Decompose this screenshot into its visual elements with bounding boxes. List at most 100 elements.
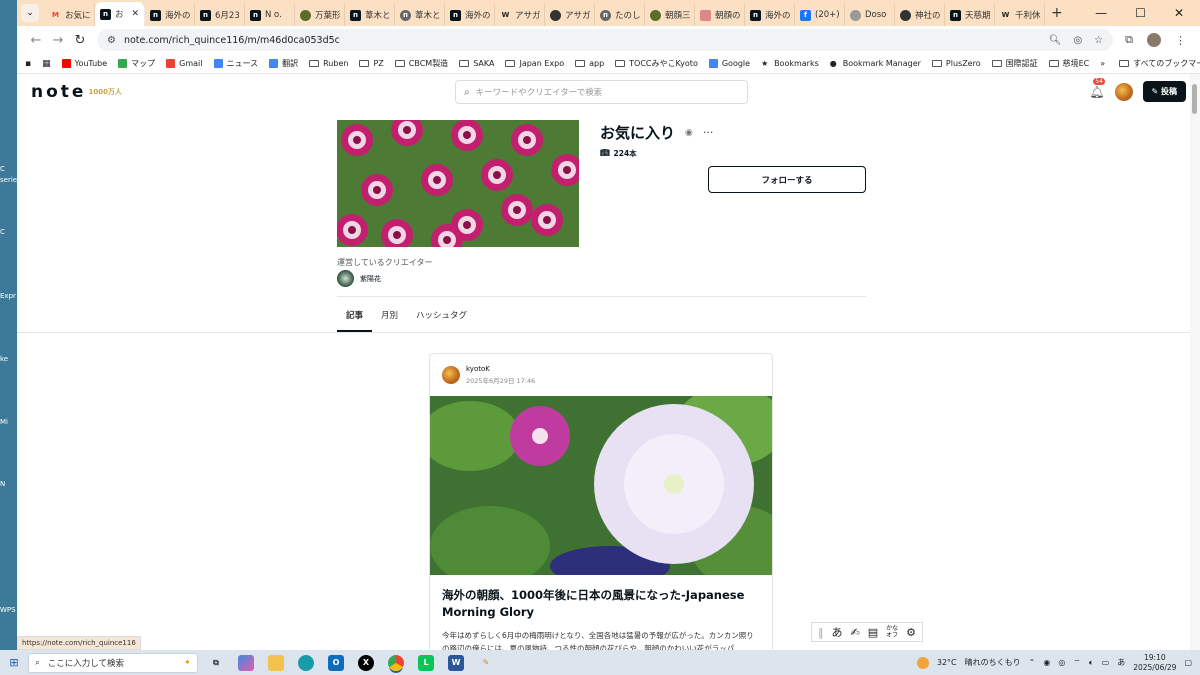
desktop-icon-label[interactable]: WPS — [0, 606, 16, 614]
browser-tab[interactable]: 朝顔三 — [645, 4, 695, 26]
browser-tab[interactable]: n N o. — [245, 4, 295, 26]
bookmark-item[interactable]: 慈境EC — [1048, 58, 1089, 69]
browser-tab[interactable]: n 天慈期 — [945, 4, 995, 26]
new-tab-button[interactable]: + — [1051, 5, 1063, 21]
author-avatar[interactable] — [442, 366, 460, 384]
chevron-up-icon[interactable]: ⌃ — [1029, 658, 1036, 667]
browser-tab[interactable]: W 千利休 — [995, 4, 1045, 26]
handwriting-icon[interactable]: ✍ — [851, 626, 860, 639]
browser-tab[interactable]: n たのし — [595, 4, 645, 26]
notification-icon[interactable]: ▢ — [1184, 658, 1192, 667]
clock[interactable]: 19:10 2025/06/29 — [1133, 653, 1176, 673]
copilot-icon[interactable] — [238, 654, 254, 671]
browser-tab[interactable]: 万葉形 — [295, 4, 345, 26]
desktop-icon-label[interactable]: N — [0, 480, 5, 488]
grid-icon[interactable]: ▦ — [42, 59, 51, 69]
bookmark-item[interactable]: マップ — [118, 58, 155, 69]
bookmark-item[interactable]: ★ Bookmarks — [761, 58, 819, 69]
all-bookmarks-folder[interactable]: すべてのブックマーク — [1119, 58, 1200, 69]
forward-button[interactable]: → — [47, 33, 69, 48]
bookmark-item[interactable]: 翻訳 — [269, 58, 298, 69]
note-search-input[interactable]: ⌕ キーワードやクリエイターで検索 — [455, 80, 748, 104]
address-bar[interactable]: ⚙ note.com/rich_quince116/m/m46d0ca053d5… — [97, 29, 1114, 51]
task-view-icon[interactable]: ⧉ — [208, 655, 224, 671]
eye-off-icon[interactable]: ◎ — [1073, 35, 1082, 46]
tab-articles[interactable]: 記事 — [337, 304, 373, 332]
gear-icon[interactable]: ⚙ — [906, 626, 916, 639]
close-tab-icon[interactable]: ✕ — [131, 9, 139, 19]
browser-tab[interactable]: f (20+) — [795, 4, 845, 26]
user-avatar[interactable] — [1114, 82, 1133, 101]
desktop-icon-label[interactable]: Expr — [0, 292, 16, 300]
chrome-icon[interactable] — [388, 654, 404, 671]
browser-tab[interactable]: n 6月23 — [195, 4, 245, 26]
kana-toggle[interactable]: かな オフ — [886, 625, 898, 639]
browser-tab[interactable]: W アサガ — [495, 4, 545, 26]
bookmark-item[interactable]: 国際認証 — [991, 58, 1038, 69]
tab-hashtags[interactable]: ハッシュタグ — [407, 304, 476, 332]
profile-avatar[interactable] — [1147, 33, 1161, 47]
bookmark-item[interactable]: Google — [708, 58, 750, 69]
paint-icon[interactable]: ✎ — [478, 655, 494, 671]
drag-handle-icon[interactable]: ‖ — [818, 626, 824, 639]
tab-monthly[interactable]: 月別 — [372, 304, 407, 332]
article-title[interactable]: 海外の朝顔、1000年後に日本の風景になった-Japanese Morning … — [430, 575, 772, 621]
page-scrollbar[interactable] — [1190, 74, 1200, 650]
wifi-icon[interactable]: ⌔ — [1073, 658, 1081, 668]
post-button[interactable]: ✎ 投稿 — [1142, 81, 1186, 102]
back-button[interactable]: ← — [25, 33, 47, 48]
bookmark-item[interactable]: Ruben — [309, 58, 348, 69]
battery-icon[interactable]: ▭ — [1102, 658, 1110, 667]
maximize-button[interactable]: ☐ — [1135, 6, 1146, 20]
ime-indicator[interactable]: あ — [1117, 657, 1125, 668]
start-button[interactable]: ⊞ — [0, 656, 28, 669]
bell-icon[interactable]: 🔔︎ 54 — [1089, 77, 1105, 99]
browser-tab[interactable]: n 葦木と — [345, 4, 395, 26]
volume-icon[interactable]: 🔈︎ — [1089, 658, 1094, 668]
desktop-icon-label[interactable]: serie — [0, 176, 17, 184]
tray-icon[interactable]: ◎ — [1058, 658, 1065, 667]
taskbar-search[interactable]: ⌕ ここに入力して検索 ✦ — [28, 652, 198, 673]
bookmark-item[interactable]: YouTube — [61, 58, 107, 69]
browser-tab[interactable]: Doso — [845, 4, 895, 26]
file-explorer-icon[interactable] — [268, 654, 284, 671]
reload-button[interactable]: ↻ — [69, 33, 91, 48]
bookmark-item[interactable]: app — [575, 58, 604, 69]
desktop-icon-label[interactable]: Mi — [0, 418, 8, 426]
site-info-icon[interactable]: ⚙ — [107, 35, 116, 46]
author-name[interactable]: kyotoK — [466, 365, 535, 373]
desktop-icon-label[interactable]: C — [0, 228, 5, 236]
dictionary-icon[interactable]: ▤ — [868, 626, 878, 639]
close-window-button[interactable]: ✕ — [1174, 6, 1184, 20]
bookmark-item[interactable]: Gmail — [166, 58, 203, 69]
article-card[interactable]: kyotoK 2025年6月29日 17:46 海外の朝顔、1000年後に日本の… — [429, 353, 773, 650]
ime-mode[interactable]: あ — [832, 624, 843, 640]
bookmark-item[interactable]: PZ — [359, 58, 384, 69]
line-icon[interactable]: L — [418, 654, 434, 671]
creator-link[interactable]: 紫陽花 — [337, 270, 381, 287]
temperature[interactable]: 32°C — [937, 658, 957, 667]
bookmark-item[interactable]: CBCM製造 — [394, 58, 448, 69]
note-logo[interactable]: note — [31, 82, 86, 102]
bookmark-item[interactable]: SAKA — [459, 58, 494, 69]
browser-tab[interactable]: n 海外の — [745, 4, 795, 26]
outlook-icon[interactable]: O — [328, 654, 344, 671]
bookmark-item[interactable]: ● Bookmark Manager — [830, 58, 921, 69]
browser-tab[interactable]: n 葦木と — [395, 4, 445, 26]
minimize-button[interactable]: — — [1095, 6, 1107, 20]
browser-tab[interactable]: n 海外の — [145, 4, 195, 26]
apps-icon[interactable]: ▪ — [25, 59, 31, 69]
more-icon[interactable]: ··· — [703, 126, 714, 139]
browser-tab[interactable]: n 海外の — [445, 4, 495, 26]
bookmark-item[interactable]: PlusZero — [931, 58, 981, 69]
bookmark-item[interactable]: Japan Expo — [505, 58, 564, 69]
bookmark-star-icon[interactable]: ☆ — [1094, 35, 1103, 46]
scrollbar-thumb[interactable] — [1192, 84, 1197, 114]
browser-tab[interactable]: n お ✕ — [95, 2, 145, 26]
follow-button[interactable]: フォローする — [708, 166, 866, 193]
browser-tab[interactable]: 神社の — [895, 4, 945, 26]
browser-tab[interactable]: 朝顔の — [695, 4, 745, 26]
weather-text[interactable]: 晴れのちくもり — [965, 657, 1021, 668]
zoom-icon[interactable]: 🔍︎ — [1049, 35, 1062, 46]
weather-icon[interactable] — [916, 656, 929, 669]
